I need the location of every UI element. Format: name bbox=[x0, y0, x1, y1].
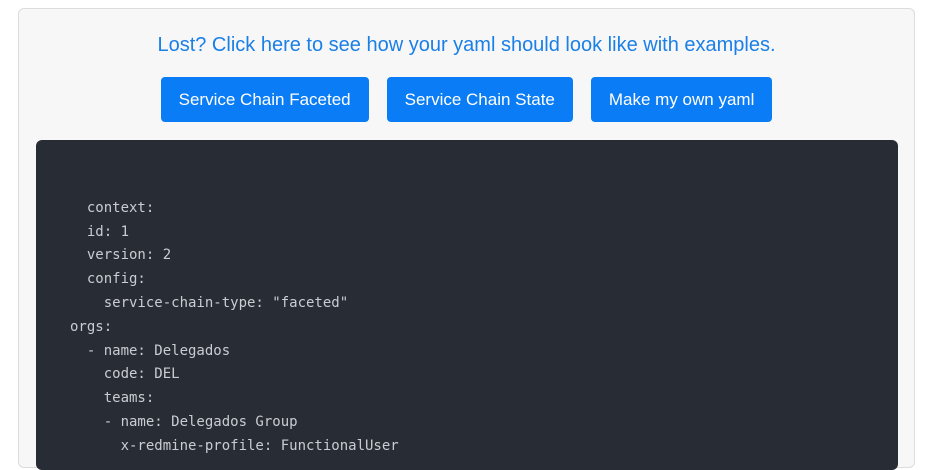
yaml-helper-card: Lost? Click here to see how your yaml sh… bbox=[18, 8, 915, 470]
template-button-row: Service Chain Faceted Service Chain Stat… bbox=[19, 77, 914, 122]
yaml-code-editor[interactable]: context: id: 1 version: 2 config: servic… bbox=[36, 140, 898, 470]
service-chain-faceted-button[interactable]: Service Chain Faceted bbox=[160, 77, 369, 122]
yaml-code-text: context: id: 1 version: 2 config: servic… bbox=[70, 199, 399, 454]
make-own-yaml-button[interactable]: Make my own yaml bbox=[590, 77, 773, 122]
examples-help-link[interactable]: Lost? Click here to see how your yaml sh… bbox=[19, 32, 914, 58]
service-chain-state-button[interactable]: Service Chain State bbox=[386, 77, 573, 122]
